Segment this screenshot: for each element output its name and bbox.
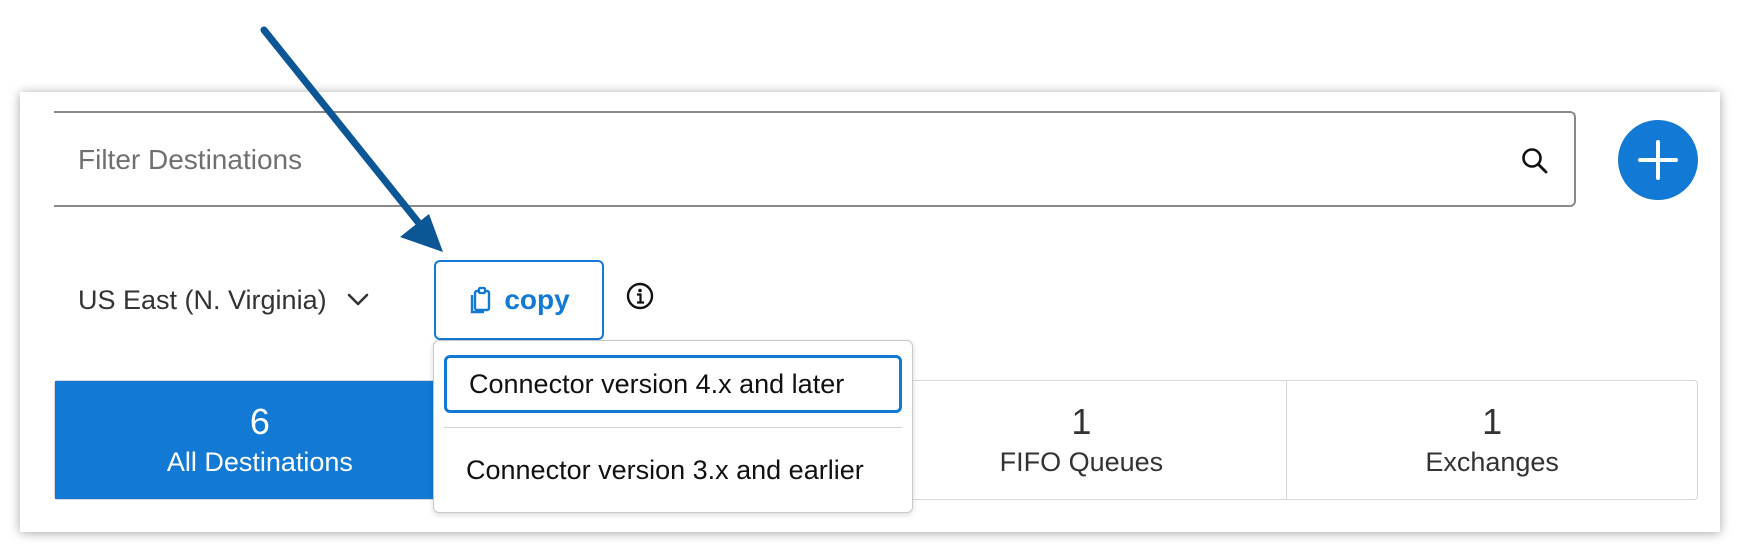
filter-search-box xyxy=(54,111,1576,207)
copy-options-dropdown: Connector version 4.x and later Connecto… xyxy=(433,340,913,513)
add-destination-button[interactable] xyxy=(1618,120,1698,200)
plus-icon xyxy=(1638,140,1678,180)
info-icon[interactable] xyxy=(626,282,654,310)
stat-label: Exchanges xyxy=(1425,447,1559,477)
copy-button-label: copy xyxy=(504,284,570,315)
stat-label: All Destinations xyxy=(166,447,353,477)
filter-destinations-input[interactable] xyxy=(76,113,1480,207)
stat-fifo-queues[interactable]: 1 FIFO Queues xyxy=(877,381,1288,499)
search-icon[interactable] xyxy=(1520,146,1550,176)
region-selector[interactable]: US East (N. Virginia) xyxy=(78,280,369,320)
stat-exchanges[interactable]: 1 Exchanges xyxy=(1287,381,1697,499)
region-label: US East (N. Virginia) xyxy=(78,284,327,315)
stat-count: 1 xyxy=(1071,401,1092,442)
stat-all-destinations[interactable]: 6 All Destinations xyxy=(55,381,466,499)
menu-item-connector-4x[interactable]: Connector version 4.x and later xyxy=(444,355,902,413)
menu-divider xyxy=(444,427,902,428)
stat-count: 6 xyxy=(249,401,270,442)
copy-button[interactable]: copy xyxy=(434,260,604,340)
chevron-down-icon xyxy=(347,293,368,306)
stat-label: FIFO Queues xyxy=(999,447,1164,477)
menu-item-connector-3x[interactable]: Connector version 3.x and earlier xyxy=(444,441,902,499)
stat-count: 1 xyxy=(1482,401,1503,442)
clipboard-icon xyxy=(471,286,491,314)
